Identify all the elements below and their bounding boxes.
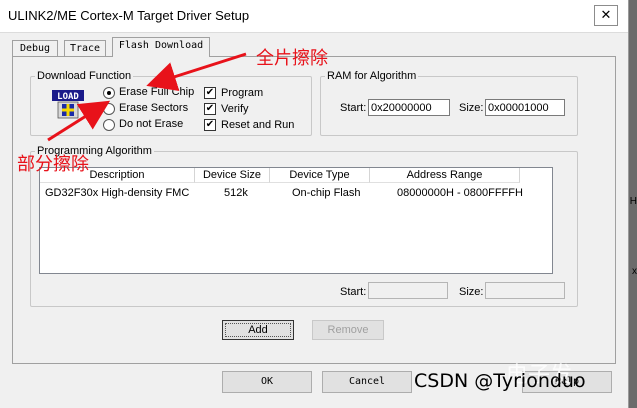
column-header-device-type[interactable]: Device Type xyxy=(270,168,370,183)
watermark-csdn: CSDN @Tyrionduo xyxy=(414,370,586,392)
erase-sectors-label: Erase Sectors xyxy=(119,102,189,114)
column-header-device-size[interactable]: Device Size xyxy=(195,168,270,183)
do-not-erase-label: Do not Erase xyxy=(119,118,184,130)
row-device-size: 512k xyxy=(224,187,248,199)
add-button[interactable]: Add xyxy=(222,320,294,340)
ram-for-algorithm-legend: RAM for Algorithm xyxy=(327,70,417,82)
tab-trace[interactable]: Trace xyxy=(64,40,106,57)
row-device-type: On-chip Flash xyxy=(292,187,361,199)
ok-button[interactable]: OK xyxy=(222,371,312,393)
verify-label: Verify xyxy=(221,103,249,115)
annotation-full-chip: 全片擦除 xyxy=(256,48,328,69)
algorithm-size-label: Size: xyxy=(459,286,484,298)
program-label: Program xyxy=(221,87,264,99)
erase-sectors-radio[interactable] xyxy=(103,103,115,115)
checkmark-icon: ✔ xyxy=(205,119,215,130)
program-checkbox[interactable]: ✔ xyxy=(204,87,216,99)
reset-and-run-checkbox[interactable]: ✔ xyxy=(204,119,216,131)
ram-size-label: Size: xyxy=(459,102,484,114)
window-title: ULINK2/ME Cortex-M Target Driver Setup xyxy=(8,8,250,23)
row-description: GD32F30x High-density FMC xyxy=(45,187,190,199)
title-bar: ULINK2/ME Cortex-M Target Driver Setup ✕ xyxy=(0,0,628,33)
algorithm-start-input[interactable] xyxy=(368,282,448,299)
tab-debug[interactable]: Debug xyxy=(12,40,58,57)
erase-full-chip-label: Erase Full Chip xyxy=(119,86,195,98)
background-text-x: x xyxy=(632,266,637,277)
load-icon-text: LOAD xyxy=(57,92,79,102)
ram-size-input[interactable]: 0x00001000 xyxy=(485,99,565,116)
load-icon: LOAD xyxy=(52,90,84,119)
algorithm-list[interactable]: Description Device Size Device Type Addr… xyxy=(39,167,553,274)
verify-checkbox[interactable]: ✔ xyxy=(204,103,216,115)
remove-button[interactable]: Remove xyxy=(312,320,384,340)
tab-flash-download[interactable]: Flash Download xyxy=(112,37,210,57)
algorithm-start-label: Start: xyxy=(340,286,367,298)
ram-start-label: Start: xyxy=(340,102,367,114)
column-header-address-range[interactable]: Address Range xyxy=(370,168,520,183)
close-icon: ✕ xyxy=(600,7,612,22)
ram-start-input[interactable]: 0x20000000 xyxy=(368,99,450,116)
cancel-button[interactable]: Cancel xyxy=(322,371,412,393)
row-address-range: 08000000H - 0800FFFFH xyxy=(397,187,523,199)
background-text-h: H xyxy=(629,196,637,207)
do-not-erase-radio[interactable] xyxy=(103,119,115,131)
reset-and-run-label: Reset and Run xyxy=(221,119,295,131)
erase-full-chip-radio[interactable] xyxy=(103,87,115,99)
close-button[interactable]: ✕ xyxy=(594,5,618,26)
checkmark-icon: ✔ xyxy=(205,103,215,114)
annotation-sector: 部分擦除 xyxy=(17,154,89,175)
download-function-legend: Download Function xyxy=(37,70,132,82)
algorithm-size-input[interactable] xyxy=(485,282,565,299)
checkmark-icon: ✔ xyxy=(205,87,215,98)
